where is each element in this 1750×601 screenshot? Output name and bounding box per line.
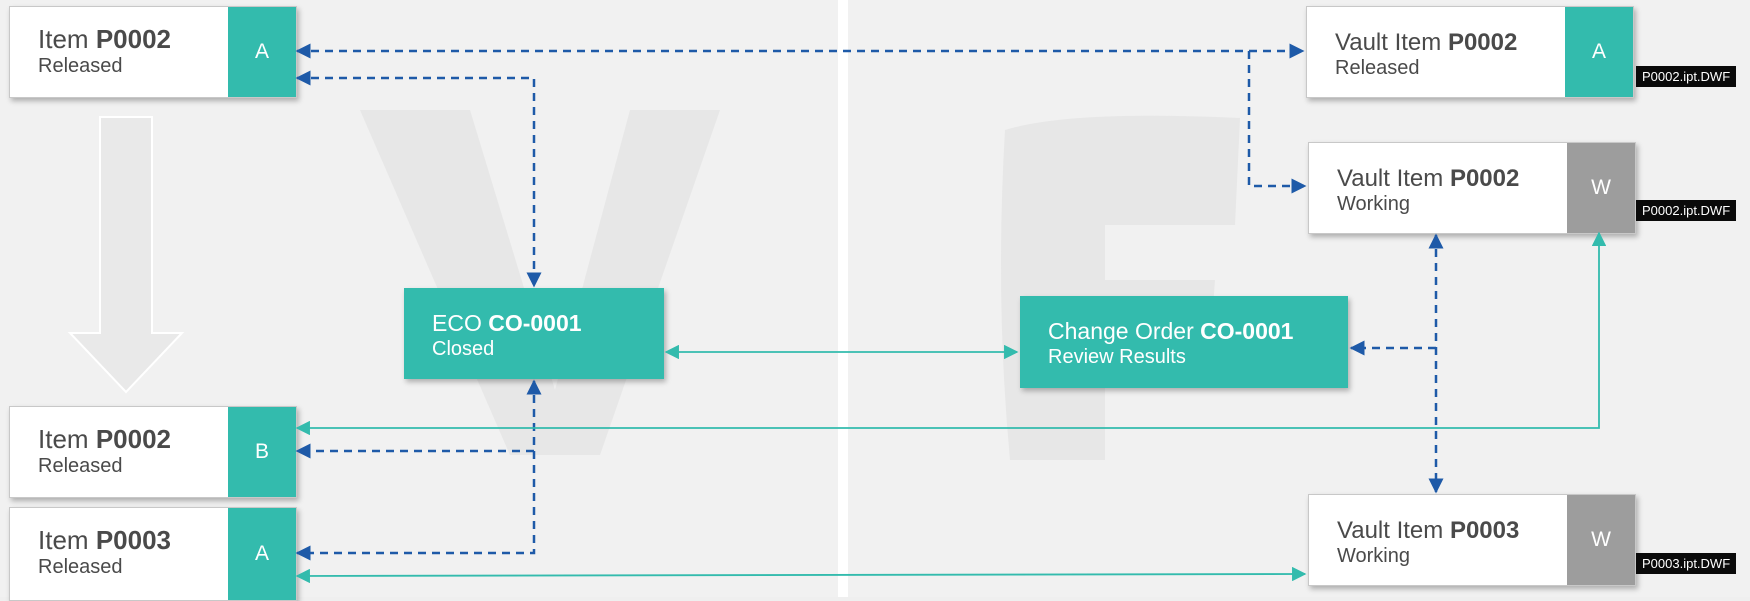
- revision-badge: W: [1567, 143, 1635, 233]
- eco-state: Closed: [432, 338, 495, 360]
- vault-item-p0003-working[interactable]: Vault Item P0003 Working W: [1308, 494, 1636, 586]
- revision-badge: A: [228, 7, 296, 97]
- item-title: Item P0003: [38, 525, 171, 555]
- change-order-state: Review Results: [1048, 346, 1186, 368]
- change-order-card[interactable]: Change Order CO-0001 Review Results: [1020, 296, 1348, 388]
- item-state: Released: [38, 556, 123, 578]
- dwf-file-label[interactable]: P0003.ipt.DWF: [1636, 553, 1737, 574]
- panel-divider: [838, 0, 848, 597]
- revision-badge: A: [1565, 7, 1633, 97]
- vault-item-title: Vault Item P0002: [1337, 165, 1520, 192]
- dwf-file-label[interactable]: P0002.ipt.DWF: [1636, 66, 1737, 87]
- revision-badge: W: [1567, 495, 1635, 585]
- item-p0002-rev-b[interactable]: Item P0002 Released B: [9, 406, 297, 498]
- item-title: Item P0002: [38, 424, 171, 454]
- vault-item-title: Vault Item P0002: [1335, 29, 1518, 56]
- change-order-title: Change Order CO-0001: [1048, 318, 1294, 344]
- vault-item-p0002-released[interactable]: Vault Item P0002 Released A: [1306, 6, 1634, 98]
- item-state: Released: [38, 455, 123, 477]
- eco-card[interactable]: ECO CO-0001 Closed: [404, 288, 664, 379]
- revision-badge: B: [228, 407, 296, 497]
- item-p0003-rev-a[interactable]: Item P0003 Released A: [9, 507, 297, 601]
- vault-item-state: Released: [1335, 57, 1420, 79]
- dwf-file-label[interactable]: P0002.ipt.DWF: [1636, 200, 1737, 221]
- item-state: Released: [38, 55, 123, 77]
- revision-badge: A: [228, 508, 296, 600]
- item-p0002-rev-a[interactable]: Item P0002 Released A: [9, 6, 297, 98]
- vault-item-state: Working: [1337, 545, 1410, 567]
- vault-item-state: Working: [1337, 193, 1410, 215]
- eco-title: ECO CO-0001: [432, 310, 582, 336]
- vault-item-p0002-working[interactable]: Vault Item P0002 Working W: [1308, 142, 1636, 234]
- item-title: Item P0002: [38, 24, 171, 54]
- vault-item-title: Vault Item P0003: [1337, 517, 1520, 544]
